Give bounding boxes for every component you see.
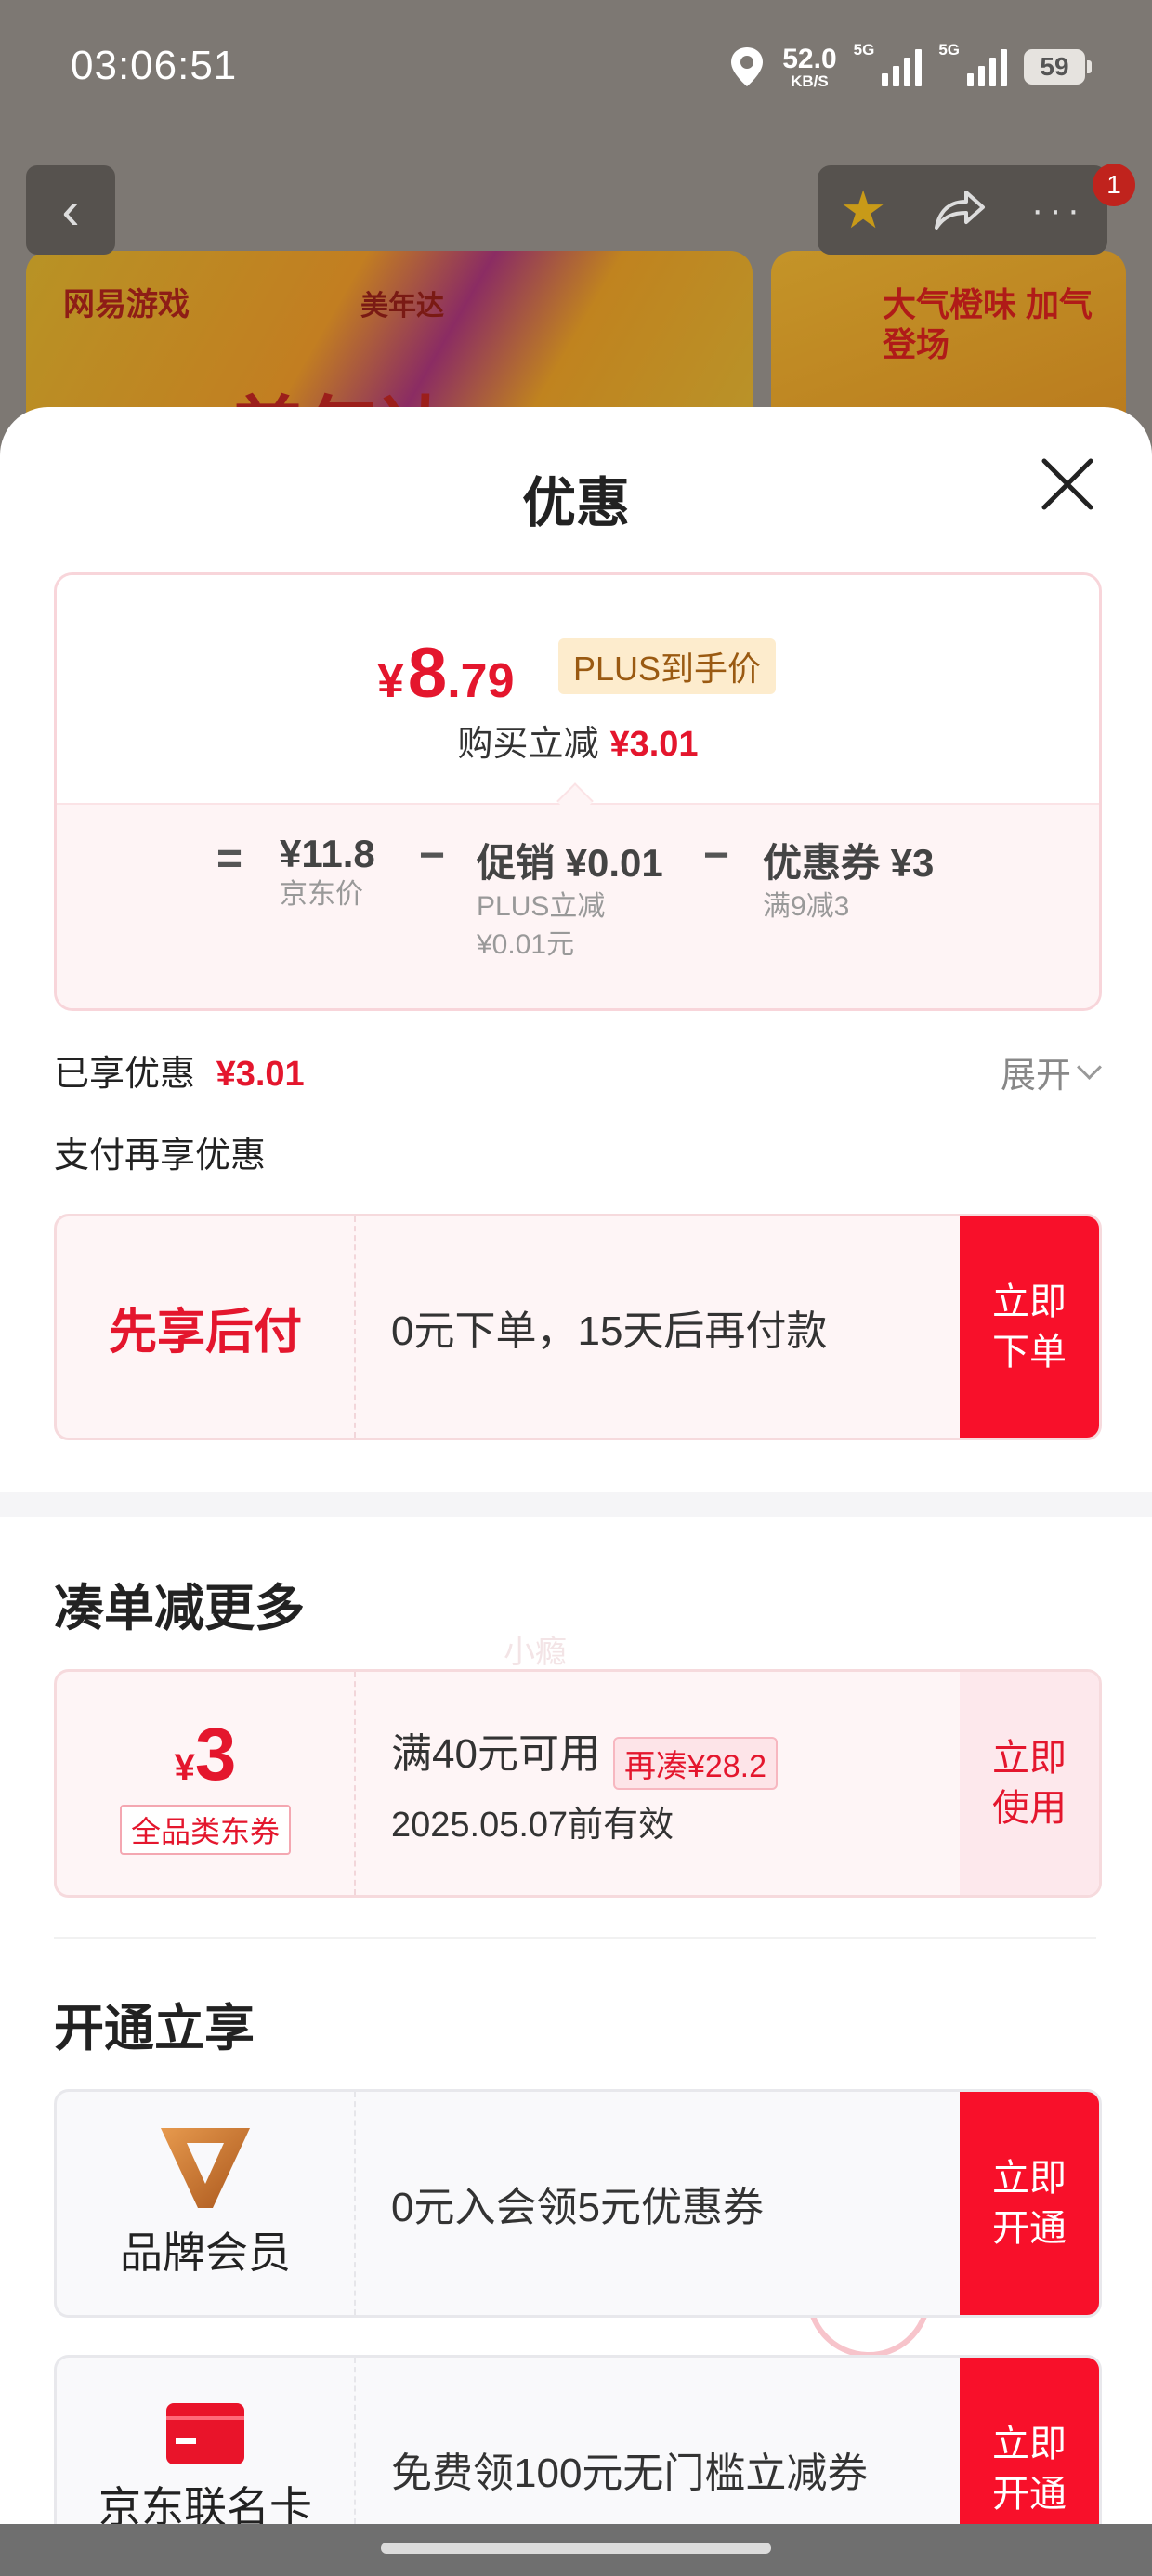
signal-type-2: 5G [938,41,960,59]
promo-sub-amount: ¥0.01元 [477,928,575,960]
banner-slogan: 大气橙味 加气登场 [883,285,1093,364]
coupon-amount: ¥3 [175,1712,237,1797]
battery-icon: 59 [1024,49,1092,85]
equals-sign: = [216,835,243,884]
banner-brand-netease: 网易游戏 [63,287,190,322]
reduce-label: 购买立减 [457,725,599,764]
jd-price-value: ¥11.8 [280,832,375,875]
bnpl-text: 0元下单，15天后再付款 [391,1308,828,1354]
pay-section-title: 支付再享优惠 [54,1137,267,1176]
status-icons: 52.0 KB/S 5G 5G 59 [728,41,1092,93]
top-action-bar: ★ ··· [818,165,1107,255]
member-left: 品牌会员 [57,2092,356,2315]
star-icon[interactable]: ★ [840,179,886,241]
enjoyed-discount: 已享优惠 ¥3.01 [54,1045,305,1096]
final-price: ¥ 8 .79 [377,633,515,714]
home-indicator[interactable] [381,2543,771,2554]
coupon-condition: 满9减3 [763,891,850,922]
close-icon[interactable] [1035,452,1100,517]
combine-title: 凑单减更多 [54,1581,305,1636]
coupon-middle: 满40元可用 再凑¥28.2 2025.05.07前有效 [391,1672,779,1895]
share-icon[interactable] [931,187,987,233]
member-text: 0元入会领5元优惠券 [391,2185,764,2230]
back-button[interactable]: ‹ [26,165,115,255]
open-member-button[interactable]: 立即开通 [960,2092,1099,2315]
instant-reduce: 购买立减 ¥3.01 [57,715,1099,766]
net-speed-unit: KB/S [791,72,829,90]
coupon-currency: ¥ [174,1747,195,1788]
coupon-item: 优惠券 ¥3 满9减3 [763,832,934,927]
status-time: 03:06:51 [71,43,238,88]
signal-bars-2-icon [967,47,1007,86]
banner-brand-mirinda: 美年达 [360,291,444,322]
discount-sheet: 优惠 ¥ 8 .79 PLUS到手价 购买立减 ¥3.01 = ¥11.8 京东价… [0,407,1152,2576]
minus-sign: − [419,831,446,880]
jd-price-label: 京东价 [280,879,363,910]
net-speed-value: 52.0 [782,43,837,74]
status-bar: 03:06:51 52.0 KB/S 5G 5G 59 [0,0,1152,139]
coupon-condition-text: 满40元可用 [391,1730,600,1777]
more-icon[interactable]: ··· [1031,190,1085,231]
coupon-expiry: 2025.05.07前有效 [391,1806,674,1846]
notification-badge: 1 [1093,164,1135,206]
open-card-label: 立即开通 [992,2424,1067,2515]
sheet-title: 优惠 [521,473,630,533]
open-member-label: 立即开通 [992,2158,1067,2249]
promo-item: 促销 ¥0.01 PLUS立减 ¥0.01元 [477,832,663,964]
coupon-amount-value: 3 [194,1713,237,1795]
watermark: 小瘾 [504,1635,567,1670]
expand-toggle[interactable]: 展开 [1000,1046,1102,1097]
price-integer: 8 [407,634,448,713]
enjoyed-amount: ¥3.01 [216,1055,305,1094]
divider-line [54,1937,1096,1939]
promo-sub-label: PLUS立减 [477,891,606,922]
plus-price-tag: PLUS到手价 [558,638,777,694]
bnpl-card[interactable]: 先享后付 0元下单，15天后再付款 立即下单 [54,1214,1102,1440]
member-middle: 0元入会领5元优惠券 [391,2092,764,2315]
coupon-type-tag: 全品类东券 [119,1805,291,1855]
coupon-card[interactable]: ¥3 全品类东券 满40元可用 再凑¥28.2 2025.05.07前有效 立即使… [54,1669,1102,1898]
order-now-label: 立即下单 [992,1281,1067,1373]
coupon-value: 优惠券 ¥3 [763,841,935,885]
jd-price-item: ¥11.8 京东价 [280,832,375,914]
chevron-down-icon [1077,1055,1102,1080]
price-decimal: .79 [447,654,515,708]
bnpl-title: 先享后付 [108,1305,302,1360]
minus-sign-2: − [703,831,730,880]
signal-bars-1-icon [882,47,923,86]
chevron-left-icon: ‹ [61,179,80,241]
enjoyed-label: 已享优惠 [54,1055,196,1094]
order-now-button[interactable]: 立即下单 [960,1216,1099,1438]
cobrand-text: 免费领100元无门槛立减券 [391,2451,869,2496]
location-icon [731,47,764,86]
open-title: 开通立享 [54,2001,255,2057]
expand-label: 展开 [1000,1057,1071,1096]
reduce-amount: ¥3.01 [609,725,699,764]
use-now-label: 立即使用 [992,1738,1067,1829]
coupon-condition-row: 满40元可用 再凑¥28.2 [391,1720,779,1791]
signal-type-1: 5G [853,41,875,59]
promo-value: 促销 ¥0.01 [477,841,663,885]
coupon-left: ¥3 全品类东券 [57,1672,356,1895]
bnpl-middle: 0元下单，15天后再付款 [391,1216,827,1438]
bnpl-left: 先享后付 [57,1216,356,1438]
member-label: 品牌会员 [120,2228,291,2277]
brand-member-logo-icon [161,2128,250,2208]
credit-card-icon [166,2403,244,2464]
price-currency: ¥ [377,654,404,708]
price-summary-card: ¥ 8 .79 PLUS到手价 购买立减 ¥3.01 = ¥11.8 京东价 − … [54,572,1102,1011]
coupon-more-tag: 再凑¥28.2 [612,1737,779,1791]
brand-member-card[interactable]: 品牌会员 0元入会领5元优惠券 立即开通 [54,2089,1102,2318]
use-now-button[interactable]: 立即使用 [960,1672,1099,1895]
section-divider [0,1492,1152,1517]
net-speed: 52.0 KB/S [782,43,837,90]
